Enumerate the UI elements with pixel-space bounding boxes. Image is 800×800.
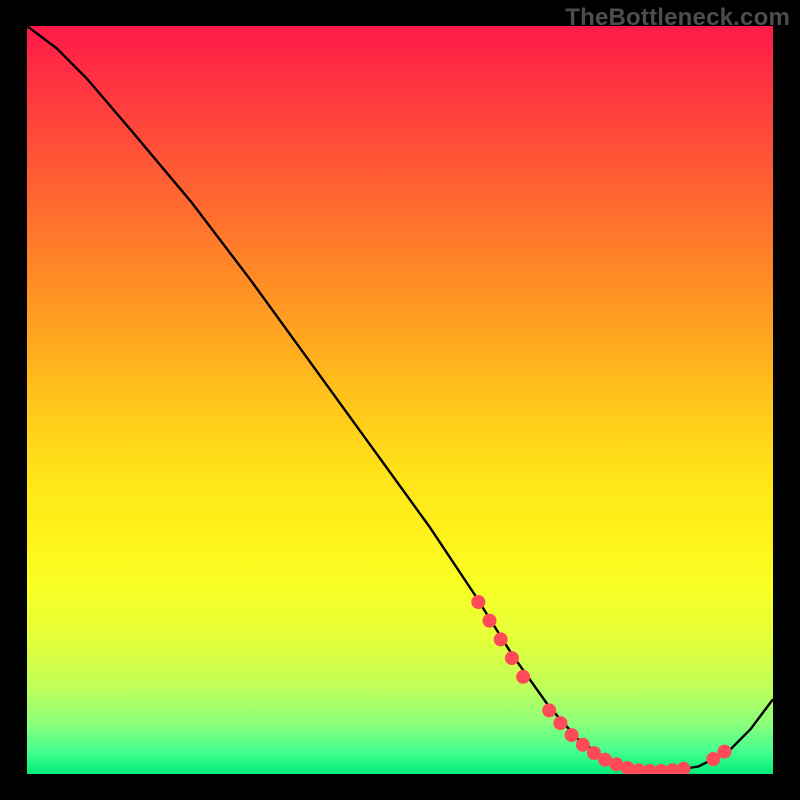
chart-marker [677, 762, 691, 774]
watermark-text: TheBottleneck.com [565, 4, 790, 32]
chart-marker [505, 651, 519, 665]
chart-marker [576, 738, 590, 752]
chart-marker [471, 595, 485, 609]
chart-marker [542, 703, 556, 717]
chart-marker [483, 614, 497, 628]
chart-marker [553, 716, 567, 730]
chart-marker [718, 745, 732, 759]
chart-svg [27, 26, 773, 774]
chart-marker [565, 728, 579, 742]
chart-curve [27, 26, 773, 771]
chart-markers [471, 595, 731, 774]
chart-plot-area [27, 26, 773, 774]
chart-marker [516, 670, 530, 684]
chart-marker [494, 632, 508, 646]
